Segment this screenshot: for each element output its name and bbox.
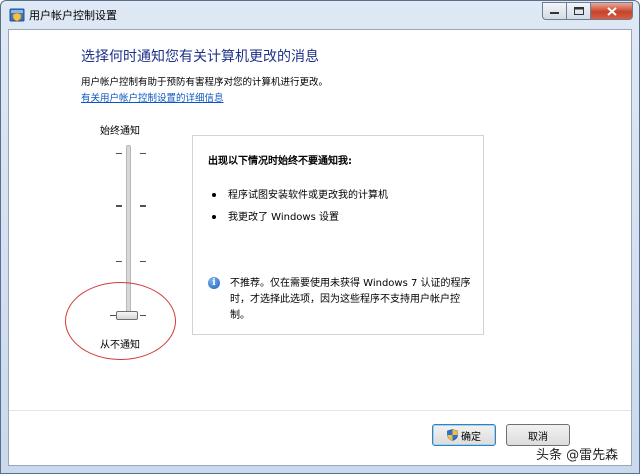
maximize-button[interactable] bbox=[566, 2, 591, 20]
caption-buttons bbox=[542, 2, 633, 20]
bullet-icon bbox=[212, 215, 216, 219]
list-item: 程序试图安装软件或更改我的计算机 bbox=[212, 186, 388, 201]
maximize-icon bbox=[573, 7, 584, 15]
watermark-text: 头条 @雷先森 bbox=[536, 448, 619, 463]
client-area: 选择何时通知您有关计算机更改的消息 用户帐户控制有助于预防有害程序对您的计算机进… bbox=[8, 29, 632, 466]
annotation-circle bbox=[65, 282, 176, 360]
slider-tick bbox=[140, 153, 146, 154]
slider-tick bbox=[116, 205, 122, 207]
page-heading: 选择何时通知您有关计算机更改的消息 bbox=[81, 49, 319, 65]
uac-settings-window: 用户帐户控制设置 选择何时通知您有关计算机更改的消息 用户帐户控制有助于预防有害… bbox=[0, 0, 640, 474]
slider-top-label: 始终通知 bbox=[100, 126, 140, 137]
cancel-button-label: 取消 bbox=[528, 431, 548, 443]
page-description: 用户帐户控制有助于预防有害程序对您的计算机进行更改。 bbox=[81, 77, 329, 88]
slider-tick bbox=[116, 261, 122, 262]
info-text: 不推荐。仅在需要使用未获得 Windows 7 认证的程序时，才选择此选项，因为… bbox=[230, 278, 471, 321]
minimize-button[interactable] bbox=[542, 2, 567, 20]
bullet-text: 程序试图安装软件或更改我的计算机 bbox=[228, 190, 388, 201]
title-bar: 用户帐户控制设置 bbox=[1, 1, 639, 29]
window-title: 用户帐户控制设置 bbox=[29, 9, 117, 22]
footer-divider bbox=[9, 410, 631, 411]
ok-button-label: 确定 bbox=[461, 431, 481, 443]
description-panel: 出现以下情况时始终不要通知我: 程序试图安装软件或更改我的计算机 我更改了 Wi… bbox=[192, 135, 484, 335]
slider-tick bbox=[140, 205, 146, 207]
uac-details-link[interactable]: 有关用户帐户控制设置的详细信息 bbox=[81, 90, 224, 104]
slider-tick bbox=[116, 153, 122, 154]
cancel-button[interactable]: 取消 bbox=[506, 424, 570, 446]
panel-title: 出现以下情况时始终不要通知我: bbox=[208, 156, 352, 167]
bullet-icon bbox=[212, 193, 216, 197]
uac-shield-icon bbox=[9, 8, 25, 22]
list-item: 我更改了 Windows 设置 bbox=[212, 208, 339, 223]
close-icon bbox=[606, 6, 617, 16]
info-icon: i bbox=[208, 277, 220, 289]
close-button[interactable] bbox=[590, 2, 633, 20]
slider-tick bbox=[140, 261, 146, 262]
minimize-icon bbox=[550, 12, 559, 14]
uac-shield-icon bbox=[447, 429, 458, 441]
bullet-text: 我更改了 Windows 设置 bbox=[228, 212, 339, 223]
ok-button[interactable]: 确定 bbox=[432, 424, 496, 446]
